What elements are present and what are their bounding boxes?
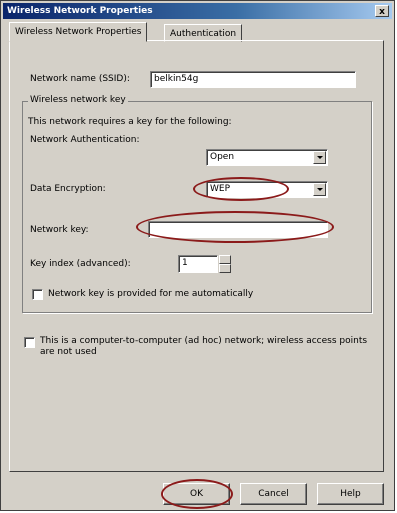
wireless-properties-window: Wireless Network Properties x Wireless N… <box>0 0 395 511</box>
ssid-label: Network name (SSID): <box>30 74 130 84</box>
cancel-button[interactable]: Cancel <box>240 483 307 505</box>
close-button[interactable]: x <box>375 5 389 17</box>
auto-key-label: Network key is provided for me automatic… <box>48 289 254 299</box>
chevron-down-icon[interactable] <box>313 183 326 196</box>
key-index-value: 1 <box>182 258 188 268</box>
window-title: Wireless Network Properties <box>7 6 153 16</box>
encryption-label: Data Encryption: <box>30 184 106 194</box>
key-index-label: Key index (advanced): <box>30 259 131 269</box>
title-bar: Wireless Network Properties x <box>3 3 392 19</box>
network-key-input[interactable] <box>148 221 328 238</box>
spin-up-button[interactable] <box>219 255 231 264</box>
spin-down-button[interactable] <box>219 264 231 273</box>
auto-key-checkbox[interactable] <box>32 289 43 300</box>
tab-wireless-network-properties[interactable]: Wireless Network Properties <box>9 22 148 42</box>
ok-button[interactable]: OK <box>163 483 230 505</box>
encryption-select[interactable]: WEP <box>206 181 328 198</box>
encryption-select-value: WEP <box>210 184 231 194</box>
auth-select-value: Open <box>210 152 235 162</box>
key-note-text: This network requires a key for the foll… <box>28 117 232 127</box>
adhoc-label: This is a computer-to-computer (ad hoc) … <box>40 336 368 357</box>
help-button[interactable]: Help <box>317 483 384 505</box>
wireless-key-group <box>22 101 372 313</box>
wireless-key-group-label: Wireless network key <box>28 95 128 105</box>
chevron-down-icon[interactable] <box>313 151 326 164</box>
auth-select[interactable]: Open <box>206 149 328 166</box>
adhoc-checkbox[interactable] <box>24 337 35 348</box>
key-index-input[interactable]: 1 <box>178 255 218 273</box>
ssid-input[interactable]: belkin54g <box>150 71 356 88</box>
network-key-label: Network key: <box>30 225 89 235</box>
auth-label: Network Authentication: <box>30 135 140 145</box>
tab-panel: Network name (SSID): belkin54g Wireless … <box>9 40 384 472</box>
